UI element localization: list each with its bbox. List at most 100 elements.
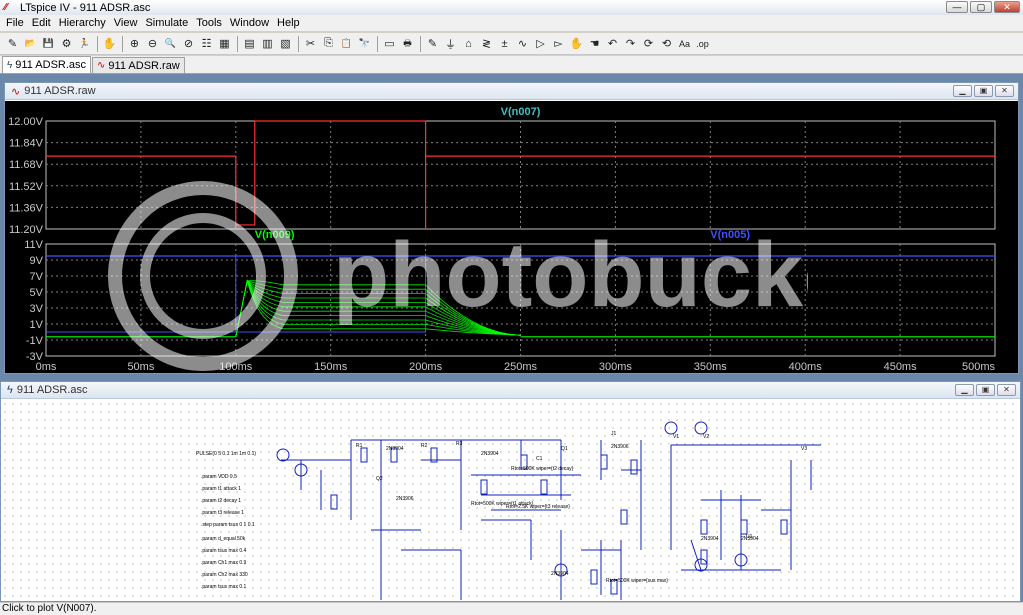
schematic-resistor <box>630 459 638 475</box>
open-icon[interactable]: 📂 <box>22 35 39 52</box>
waveform-icon: ∿ <box>11 85 21 98</box>
x-tick-label: 150ms <box>314 361 348 373</box>
minimize-button[interactable]: — <box>946 1 968 13</box>
control-panel-icon[interactable]: ⚙ <box>58 35 75 52</box>
rotate-icon[interactable]: ⟳ <box>640 35 657 52</box>
save-icon[interactable]: 💾 <box>40 35 57 52</box>
waveform-restore-button[interactable]: ▣ <box>974 85 993 97</box>
wire-icon[interactable]: ✎ <box>424 35 441 52</box>
menu-file[interactable]: File <box>2 16 28 31</box>
capacitor-icon[interactable]: ± <box>496 35 513 52</box>
schematic-label: C1 <box>536 456 543 462</box>
autorange-icon[interactable]: ☷ <box>198 35 215 52</box>
schematic-canvas[interactable]: PULSE(0 5 0.1 1m 1m 0.1) .param VDD 9.5 .p… <box>1 400 1020 601</box>
menu-window[interactable]: Window <box>226 16 273 31</box>
menu-edit[interactable]: Edit <box>28 16 55 31</box>
cut-icon[interactable]: ✂ <box>302 35 319 52</box>
tile-horizontal-icon[interactable]: ▤ <box>241 35 258 52</box>
tab-label: 911 ADSR.raw <box>108 59 180 72</box>
toolbar-separator <box>237 35 238 52</box>
waveform-close-button[interactable]: ✕ <box>995 85 1014 97</box>
menu-help[interactable]: Help <box>273 16 304 31</box>
schematic-close-button[interactable]: ✕ <box>997 384 1016 396</box>
schematic-label: U1 <box>746 534 753 540</box>
schematic-window-titlebar[interactable]: ϟ 911 ADSR.asc ▁ ▣ ✕ <box>1 382 1020 399</box>
zoom-cancel-icon[interactable]: ⊘ <box>180 35 197 52</box>
schematic-svg[interactable]: PULSE(0 5 0.1 1m 1m 0.1) .param VDD 9.5 .p… <box>1 400 1020 601</box>
x-tick-label: 300ms <box>599 361 633 373</box>
close-button[interactable]: ✕ <box>994 1 1020 13</box>
waveform-window: ∿ 911 ADSR.raw ▁ ▣ ✕ 0ms 50ms 100ms 150ms 20… <box>4 82 1019 374</box>
schematic-label: 2N3906 <box>396 496 414 502</box>
zoom-out-icon[interactable]: ⊖ <box>144 35 161 52</box>
component-icon[interactable]: ▻ <box>550 35 567 52</box>
undo-icon[interactable]: ↶ <box>604 35 621 52</box>
waveform-minimize-button[interactable]: ▁ <box>953 85 972 97</box>
waveform-icon: ∿ <box>97 60 106 71</box>
schematic-source <box>276 448 290 462</box>
tile-vertical-icon[interactable]: ▧ <box>277 35 294 52</box>
schematic-label: .param t2 decay 1 <box>201 498 241 504</box>
resistor-icon[interactable]: ≷ <box>478 35 495 52</box>
schematic-label: 2N3904 <box>386 446 404 452</box>
menu-view[interactable]: View <box>110 16 142 31</box>
print-icon[interactable]: 🖶 <box>399 35 416 52</box>
move-icon[interactable]: ✋ <box>568 35 585 52</box>
ltspice-logo-icon: ∕∕ <box>4 2 8 13</box>
toolbar-separator <box>122 35 123 52</box>
app-title: LTspice IV - 911 ADSR.asc <box>20 1 151 14</box>
mdi-workspace: ∿ 911 ADSR.raw ▁ ▣ ✕ 0ms 50ms 100ms 150ms 20… <box>0 74 1023 602</box>
menu-hierarchy[interactable]: Hierarchy <box>55 16 110 31</box>
new-schematic-icon[interactable]: ✎ <box>4 35 21 52</box>
waveform-svg[interactable]: 0ms 50ms 100ms 150ms 200ms 250ms 300ms 350ms 400… <box>5 101 1018 373</box>
inductor-icon[interactable]: ∿ <box>514 35 531 52</box>
schematic-label: .param t1 attack 1 <box>201 486 241 492</box>
schematic-resistor <box>590 569 598 585</box>
paste-icon[interactable]: 📋 <box>338 35 355 52</box>
print-setup-icon[interactable]: ▭ <box>381 35 398 52</box>
waveform-plot-area[interactable]: 0ms 50ms 100ms 150ms 200ms 250ms 300ms 350ms 400… <box>5 101 1018 373</box>
menu-simulate[interactable]: Simulate <box>141 16 192 31</box>
document-tabs: ϟ 911 ADSR.asc ∿ 911 ADSR.raw <box>0 56 1023 74</box>
toolbar-separator <box>377 35 378 52</box>
schematic-restore-button[interactable]: ▣ <box>976 384 995 396</box>
schematic-label: .step param tsus 0 1 0.1 <box>201 522 255 528</box>
schematic-minimize-button[interactable]: ▁ <box>955 384 974 396</box>
tab-waveform[interactable]: ∿ 911 ADSR.raw <box>92 57 185 73</box>
waveform-window-titlebar[interactable]: ∿ 911 ADSR.raw ▁ ▣ ✕ <box>5 83 1018 100</box>
run-icon[interactable]: 🏃 <box>76 35 93 52</box>
schematic-label: V2 <box>703 434 709 440</box>
schematic-label: Q2 <box>376 476 383 482</box>
x-tick-label: 450ms <box>884 361 918 373</box>
y-tick-label: 11.52V <box>9 181 44 193</box>
text-icon[interactable]: Aa <box>676 35 693 52</box>
find-icon[interactable]: 🔭 <box>356 35 373 52</box>
trace-label-v-n005: V(n005) <box>710 229 750 241</box>
drag-icon[interactable]: ☚ <box>586 35 603 52</box>
cascade-icon[interactable]: ▥ <box>259 35 276 52</box>
mirror-icon[interactable]: ⟲ <box>658 35 675 52</box>
maximize-button[interactable]: ▢ <box>970 1 992 13</box>
y-tick-label: 12.00V <box>8 116 44 128</box>
spice-directive-icon[interactable]: .op <box>694 35 711 52</box>
copy-icon[interactable]: ⎘ <box>320 35 337 52</box>
halt-icon[interactable]: ✋ <box>101 35 118 52</box>
schematic-window: ϟ 911 ADSR.asc ▁ ▣ ✕ PULSE(0 5 0.1 1m 1m… <box>0 381 1021 602</box>
ground-icon[interactable]: ⏚ <box>442 35 459 52</box>
schematic-label: 2N3906 <box>611 444 629 450</box>
schematic-label: R2 <box>421 443 428 449</box>
menu-tools[interactable]: Tools <box>192 16 226 31</box>
zoom-in-icon[interactable]: ⊕ <box>126 35 143 52</box>
y-tick-label: 11.84V <box>9 138 44 150</box>
label-icon[interactable]: ⌂ <box>460 35 477 52</box>
x-tick-label: 400ms <box>789 361 823 373</box>
schematic-label: V3 <box>801 446 807 452</box>
redo-icon[interactable]: ↷ <box>622 35 639 52</box>
zoom-fit-icon[interactable]: 🔍 <box>162 35 179 52</box>
y-tick-label: 5V <box>30 287 44 299</box>
tab-schematic[interactable]: ϟ 911 ADSR.asc <box>2 56 92 73</box>
y-tick-label: 11.36V <box>9 202 44 214</box>
grid-icon[interactable]: ▦ <box>216 35 233 52</box>
tab-label: 911 ADSR.asc <box>15 59 87 71</box>
diode-icon[interactable]: ▷ <box>532 35 549 52</box>
